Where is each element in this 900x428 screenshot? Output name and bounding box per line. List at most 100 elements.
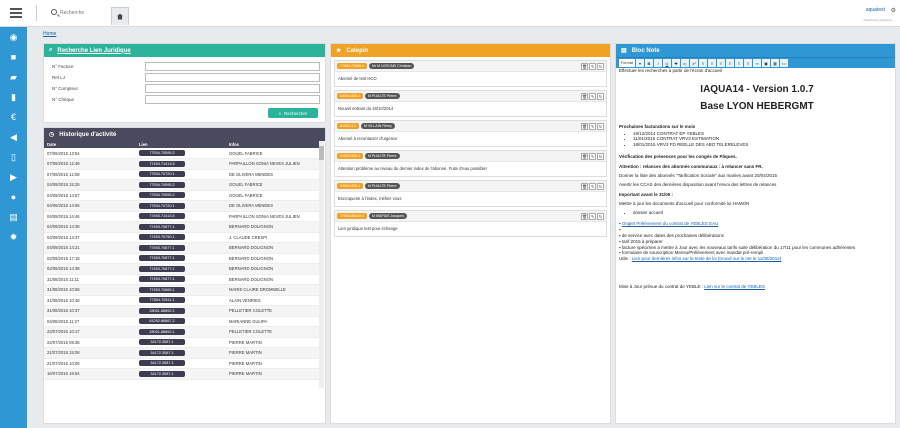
table-row[interactable]: 07/09/2015 13:54 77534.70595.2 GOUEL FABRI…	[44, 148, 321, 159]
edit-icon[interactable]: ✎	[589, 63, 596, 70]
scrollbar[interactable]	[319, 141, 324, 388]
superscript-icon[interactable]: x²	[690, 59, 698, 67]
row-lien[interactable]: 77493.70865.1	[136, 284, 226, 296]
row-lien[interactable]: 77493.71413.5	[136, 211, 226, 222]
search-input[interactable]	[60, 8, 110, 17]
lien-badge[interactable]: 77534.70595.2	[139, 150, 185, 156]
format-select[interactable]: Format	[619, 59, 635, 67]
home-tab[interactable]	[111, 7, 129, 25]
table-row[interactable]: 04/09/2015 14:55 77534.70720.1 DE OLIVERA …	[44, 200, 321, 212]
align-center-icon[interactable]: ≡	[726, 59, 734, 67]
column-header-infos[interactable]: Infos	[226, 141, 321, 148]
row-lien[interactable]: 34172.3587.1	[136, 368, 226, 380]
underline-icon[interactable]: U	[663, 59, 671, 67]
table-row[interactable]: 02/09/2015 17:18 77493.70877.1 BERNARD DOL…	[44, 253, 321, 264]
table-row[interactable]: 31/08/2015 10:37 28051.88892.1 PELLETIER C…	[44, 305, 321, 317]
note-link-loi[interactable]: Lien pour dernières infos sur le texte d…	[632, 256, 782, 261]
lien-badge[interactable]: 28051.88892.1	[139, 307, 185, 314]
search-icon[interactable]	[51, 9, 57, 15]
note-ref-badge[interactable]: 04204.826.1	[337, 183, 363, 189]
edit-icon[interactable]: ✎	[589, 183, 596, 190]
lien-badge[interactable]: 77493.70877.1	[139, 265, 185, 272]
lien-badge[interactable]: 77493.70877.1	[139, 223, 185, 230]
align-left-icon[interactable]: ≡	[717, 59, 725, 67]
briefcase-icon[interactable]: ■	[0, 47, 27, 67]
table-row[interactable]: 31/08/2015 10:48 77504.70311.1 ALAIN VENRI…	[44, 295, 321, 306]
play-icon[interactable]: ▶	[0, 167, 27, 187]
note-ref-badge[interactable]: 81003.3.1	[337, 123, 359, 129]
lien-badge[interactable]: 77493.70790.1	[139, 234, 185, 241]
row-lien[interactable]: 77504.70311.1	[136, 295, 226, 306]
table-row[interactable]: 07/09/2015 12:46 77493.71413.5 PARPAILLON …	[44, 158, 321, 170]
italic-icon[interactable]: I	[654, 59, 662, 67]
note-content[interactable]: Effectuer les recherches à partir de l'é…	[616, 68, 895, 290]
bullet-list-icon[interactable]: ≡	[699, 59, 707, 67]
image-icon[interactable]: ▣	[762, 59, 770, 67]
table-row[interactable]: 22/07/2015 08:38 34172.3587.1 PIERRE MARTI…	[44, 337, 321, 348]
delete-icon[interactable]: 🗑	[581, 123, 588, 130]
note-ref-badge[interactable]: 77504.86419.1	[337, 213, 367, 219]
dropdown-icon[interactable]: ▾	[636, 59, 644, 67]
euro-icon[interactable]: €	[0, 107, 27, 127]
row-lien[interactable]: 77534.70720.1	[136, 200, 226, 212]
table-row[interactable]: 31/08/2015 10:58 77493.70865.1 MARIE CLAIR…	[44, 284, 321, 296]
refresh-icon[interactable]: ↻	[597, 153, 604, 160]
delete-icon[interactable]: 🗑	[581, 63, 588, 70]
note-link-contrat[interactable]: Lien sur le contrat de YEBLES	[704, 284, 765, 289]
row-lien[interactable]: 77493.70877.1	[136, 253, 226, 264]
lien-badge[interactable]: 77534.70720.1	[139, 171, 185, 178]
table-row[interactable]: 16/07/2015 16:54 34172.3587.1 PIERRE MARTI…	[44, 368, 321, 380]
row-lien[interactable]: 77493.70877.1	[136, 242, 226, 254]
row-lien[interactable]: 34172.3587.1	[136, 358, 226, 369]
note-ref-badge[interactable]: 04204.826.1	[337, 93, 363, 99]
row-lien[interactable]: 34172.3587.1	[136, 337, 226, 348]
delete-icon[interactable]: 🗑	[581, 93, 588, 100]
lien-badge[interactable]: 34172.3587.1	[139, 360, 185, 367]
settings-icon[interactable]: ✹	[0, 227, 27, 247]
table-row[interactable]: 04/09/2015 14:37 77493.70790.1 J. CLAUDE C…	[44, 232, 321, 243]
align-right-icon[interactable]: ≡	[735, 59, 743, 67]
cheque-input[interactable]	[145, 95, 320, 104]
lien-badge[interactable]: 28051.88892.1	[139, 328, 185, 335]
refresh-icon[interactable]: ↻	[597, 63, 604, 70]
megaphone-icon[interactable]: ◀	[0, 127, 27, 147]
lien-badge[interactable]: 34172.3587.1	[139, 349, 185, 356]
strike-icon[interactable]: S	[672, 59, 680, 67]
table-row[interactable]: 21/07/2015 10:06 34172.3587.1 PIERRE MARTI…	[44, 358, 321, 369]
user-icon[interactable]: ●	[0, 187, 27, 207]
row-lien[interactable]: 77493.71413.5	[136, 158, 226, 170]
row-lien[interactable]: 77493.70877.1	[136, 274, 226, 285]
edit-icon[interactable]: ✎	[589, 93, 596, 100]
lien-badge[interactable]: 77534.70720.1	[139, 202, 185, 209]
lien-badge[interactable]: 34172.3587.1	[139, 370, 185, 377]
table-row[interactable]: 04/09/2015 14:46 77493.71413.5 PARPAILLON …	[44, 211, 321, 222]
bold-icon[interactable]: B	[645, 59, 653, 67]
table-row[interactable]: 04/09/2015 15:26 77534.70595.2 GOUEL FABRI…	[44, 179, 321, 191]
refresh-icon[interactable]: ↻	[597, 93, 604, 100]
lien-badge[interactable]: 77493.70877.1	[139, 255, 185, 262]
delete-icon[interactable]: 🗑	[581, 213, 588, 220]
table-row[interactable]: 02/09/2015 14:38 77493.70877.1 BERNARD DOL…	[44, 263, 321, 275]
subscript-icon[interactable]: x₂	[681, 59, 689, 67]
table-row[interactable]: 04/09/2015 14:57 77534.70595.2 GOUEL FABRI…	[44, 190, 321, 201]
justify-icon[interactable]: ≡	[744, 59, 752, 67]
reflj-input[interactable]	[145, 73, 320, 82]
note-link-prelevement[interactable]: Onglet Prélèvement du contrat de YEBLES …	[622, 221, 718, 226]
link-icon[interactable]: ∞	[753, 59, 761, 67]
delete-icon[interactable]: 🗑	[581, 183, 588, 190]
row-lien[interactable]: 28051.88892.1	[136, 305, 226, 317]
lien-badge[interactable]: 77493.71413.5	[139, 213, 185, 220]
lien-badge[interactable]: 34172.3587.1	[139, 339, 185, 346]
list-icon[interactable]: ▤	[0, 207, 27, 227]
table-row[interactable]: 22/07/2015 10:17 28051.88892.1 PELLETIER C…	[44, 326, 321, 338]
table-icon[interactable]: ▦	[771, 59, 779, 67]
delete-icon[interactable]: 🗑	[581, 153, 588, 160]
edit-icon[interactable]: ✎	[589, 153, 596, 160]
search-button[interactable]: ⌕ Rechercher	[268, 108, 318, 118]
lien-badge[interactable]: 77493.71413.5	[139, 160, 185, 167]
number-list-icon[interactable]: ≡	[708, 59, 716, 67]
lien-badge[interactable]: 77504.70311.1	[139, 297, 185, 304]
column-header-lien[interactable]: Lien	[136, 141, 226, 148]
refresh-icon[interactable]: ↻	[597, 183, 604, 190]
column-header-date[interactable]: Date	[44, 141, 136, 148]
